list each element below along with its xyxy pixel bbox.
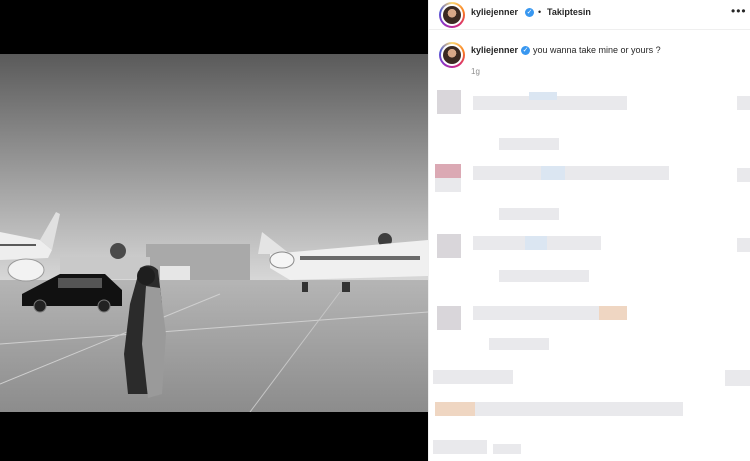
comment-text (473, 166, 669, 180)
comment-meta (493, 444, 521, 454)
author-avatar[interactable] (439, 2, 465, 28)
post-timestamp[interactable]: 1g (471, 67, 480, 76)
comment-avatar (437, 90, 461, 114)
caption-avatar[interactable] (439, 42, 465, 68)
caption-text: you wanna take mine or yours ? (533, 45, 661, 55)
comment-meta (433, 440, 487, 454)
comment-text (529, 92, 557, 100)
comment-text (541, 166, 565, 180)
comment-meta (433, 370, 513, 384)
comment-text (475, 402, 683, 416)
verified-badge-icon: ✓ (521, 46, 530, 55)
comment-avatar (437, 234, 461, 258)
post-sidebar: kyliejenner ✓ • Takiptesin ••• kyliejenn… (428, 0, 750, 461)
comment-meta (499, 270, 589, 282)
comment-meta (499, 208, 559, 220)
comment-avatar (435, 402, 475, 416)
comment-avatar (435, 164, 461, 178)
comment-avatar (435, 178, 461, 192)
comment-meta (737, 96, 750, 110)
author-username[interactable]: kyliejenner (471, 7, 518, 17)
comment-meta (737, 238, 750, 252)
post-photo (0, 54, 428, 412)
comment-text (599, 306, 627, 320)
verified-badge-icon: ✓ (525, 8, 534, 17)
more-horizontal-icon[interactable]: ••• (731, 4, 747, 18)
comment-meta (737, 168, 750, 182)
comment-meta (499, 138, 559, 150)
post-header: kyliejenner ✓ • Takiptesin ••• (429, 0, 750, 30)
following-button[interactable]: Takiptesin (547, 7, 591, 17)
comment-text (525, 236, 547, 250)
comment-meta (489, 338, 549, 350)
comment-avatar (437, 306, 461, 330)
caption-username[interactable]: kyliejenner (471, 45, 518, 55)
post-media[interactable] (0, 0, 428, 461)
comment-meta (725, 370, 750, 386)
separator-dot: • (538, 7, 542, 17)
